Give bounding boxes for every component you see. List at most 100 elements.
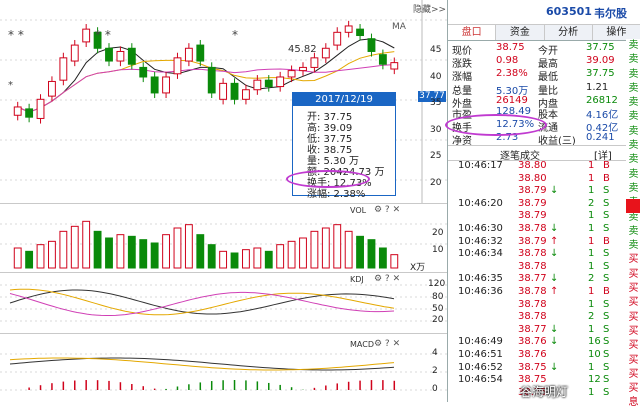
tab-pankou[interactable]: 盘口 [448,25,497,40]
volume-bar [13,247,22,269]
volume-bar [116,234,125,269]
tick-direction: ↑ [550,286,559,297]
volume-bar [196,234,205,269]
volume-bar [299,237,307,269]
side-label: 买 [628,297,639,309]
vol-pane-controls[interactable]: ⚙ ? ✕ [374,205,400,215]
tick-qty: 2 [588,273,595,285]
tick-qty: 1 [588,210,595,222]
tick-qty: 1 [588,172,595,184]
tick-side: S [603,260,610,272]
tab-funds[interactable]: 资金 [496,25,545,40]
kdj-pane-controls[interactable]: ⚙ ? ✕ [374,274,400,284]
volume-bar [48,240,56,269]
tick-qty: 1 [588,286,595,297]
tick-side: S [603,311,610,323]
tick-side: S [603,361,610,373]
candle-body [344,25,353,33]
tick-qty: 1 [588,260,595,272]
candle-body [150,76,159,94]
volume-bar [105,237,113,269]
candle-body [276,76,285,88]
quote-row: 涨跌 0.98 最高 39.09 [448,55,618,70]
tick-side: B [603,286,610,297]
candle-body [321,47,330,59]
quote-panel: 603501 韦尔股 盘口 资金 分析 操作 现价 38.75 今开 37.75… [445,0,640,411]
tick-price: 38.79 [518,185,547,197]
price-axis-tick: 25 [430,151,442,161]
tick-side: S [603,185,610,197]
quote-row: 涨幅 2.38% 最低 37.75 [448,68,618,83]
candle-body [184,47,193,62]
kline-pane[interactable]: 隐藏>> MA 45.82 * * * * * * 37.77 45 40 35 30… [0,0,447,204]
tab-operations[interactable]: 操作 [592,25,640,40]
macd-axis-4: 4 [432,348,438,358]
tick-price: 38.78 [518,248,547,260]
tick-price: 38.78 [518,311,547,323]
side-label: 买 [628,354,639,366]
tick-price: 38.77 [518,273,547,285]
tick-time: 10:46:52 [458,361,503,373]
candle-body [127,47,136,65]
tick-side: S [603,336,610,348]
kdj-pane[interactable]: KDJ ⚙ ? ✕ 120 80 50 20 [0,273,447,334]
tick-qty: 12 [588,374,601,386]
active-marker [626,199,640,213]
tick-qty: 1 [588,323,595,335]
macd-pane-controls[interactable]: ⚙ ? ✕ [374,339,400,349]
tick-side: S [603,223,610,234]
tick-direction: ↓ [550,273,559,285]
macd-pane[interactable]: MACD ⚙ ? ✕ 4 2 0 [0,334,447,402]
tick-price: 38.79 [518,197,547,209]
volume-bar [93,230,102,269]
vol-unit: X万 [410,263,426,273]
volume-bar [230,252,239,269]
kdj-axis-80: 80 [432,292,444,302]
tick-price: 38.79 [518,210,547,222]
kdj-line [9,288,395,316]
quote-value: 37.75 [586,68,615,80]
volume-bar [356,235,364,269]
candle-body [48,80,56,97]
high-price-label: 45.82 [288,44,317,55]
volume-bar [82,220,91,269]
volume-bar [253,247,262,269]
candle-body [105,47,113,62]
volume-bar [70,225,79,269]
hide-toggle[interactable]: 隐藏>> [413,2,446,15]
tick-side: S [603,210,610,222]
tab-analysis[interactable]: 分析 [544,25,593,40]
tick-qty: 1 [588,248,595,260]
candle-body [207,66,216,94]
tick-side: S [603,374,610,386]
volume-bar [367,239,376,269]
volume-pane[interactable]: VOL ⚙ ? ✕ 20 10 X万 [0,204,447,273]
tick-side: S [603,386,610,398]
tick-direction: ↓ [550,248,559,260]
candle-body [287,70,296,78]
tick-price: 38.78 [518,298,547,310]
quote-value: 0.241 [586,132,615,144]
side-label: 卖 [628,240,639,252]
macd-label: MACD [350,340,374,349]
quote-value: 37.75 [586,42,615,53]
quote-value: 26812 [586,94,618,106]
turnover-quote-highlight [445,114,547,136]
side-label: 卖 [628,182,639,194]
side-label: 卖 [628,54,639,66]
volume-bar [310,230,319,269]
candle-body [367,38,376,52]
price-axis-tick: 40 [430,71,442,82]
side-labels: 卖卖卖卖卖卖卖卖卖卖卖卖卖卖卖买买买买买买买买买买息 [626,39,640,411]
tick-side: S [603,323,610,335]
quote-value: 2.38% [496,68,528,80]
candle-body [36,98,45,119]
price-axis-tick: 35 [430,98,442,108]
volume-bar [264,250,273,269]
volume-bar [139,239,148,269]
volume-bar [25,250,34,269]
tick-price: 38.80 [518,160,547,171]
tick-price: 38.77 [518,323,547,335]
ma-label: MA [392,22,406,32]
quote-value: 26149 [496,94,528,106]
